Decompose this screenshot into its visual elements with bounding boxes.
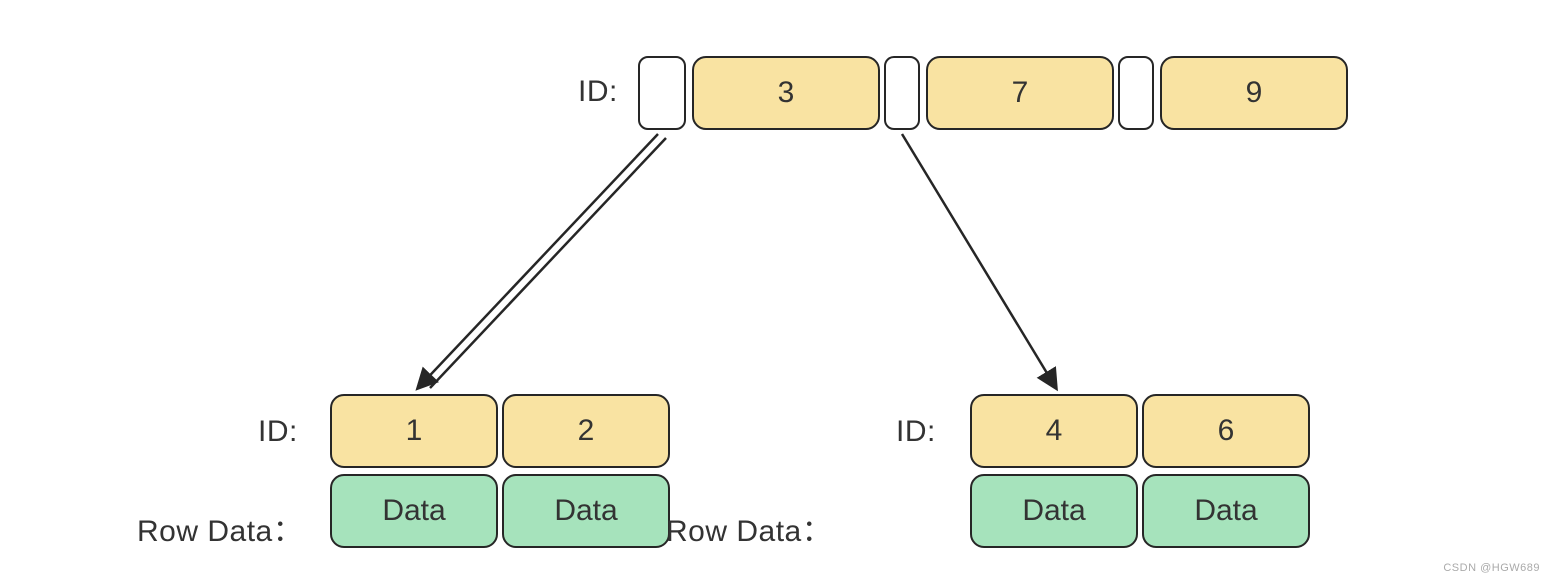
leaf1-id-label: ID:	[258, 415, 298, 449]
root-id-cell-0: 3	[692, 56, 880, 130]
root-pointer-0	[638, 56, 686, 130]
leaf1-id-cell-0: 1	[330, 394, 498, 468]
leaf1-id-cell-1: 2	[502, 394, 670, 468]
arrow-left-b	[430, 138, 666, 388]
watermark: CSDN @HGW689	[1443, 562, 1540, 574]
leaf2-rowdata-label: Row Data：	[666, 506, 832, 550]
root-id-cell-1: 7	[926, 56, 1114, 130]
root-id-cell-2: 9	[1160, 56, 1348, 130]
leaf1-data-cell-1: Data	[502, 474, 670, 548]
leaf1-data-cell-0: Data	[330, 474, 498, 548]
leaf1-rowdata-label: Row Data：	[137, 506, 303, 550]
root-id-label: ID:	[578, 75, 618, 109]
arrow-left-a	[418, 134, 658, 388]
root-pointer-1	[884, 56, 920, 130]
leaf2-id-cell-0: 4	[970, 394, 1138, 468]
leaf2-data-cell-1: Data	[1142, 474, 1310, 548]
leaf2-data-cell-0: Data	[970, 474, 1138, 548]
root-pointer-2	[1118, 56, 1154, 130]
leaf2-id-cell-1: 6	[1142, 394, 1310, 468]
leaf2-id-label: ID:	[896, 415, 936, 449]
arrow-right	[902, 134, 1056, 388]
